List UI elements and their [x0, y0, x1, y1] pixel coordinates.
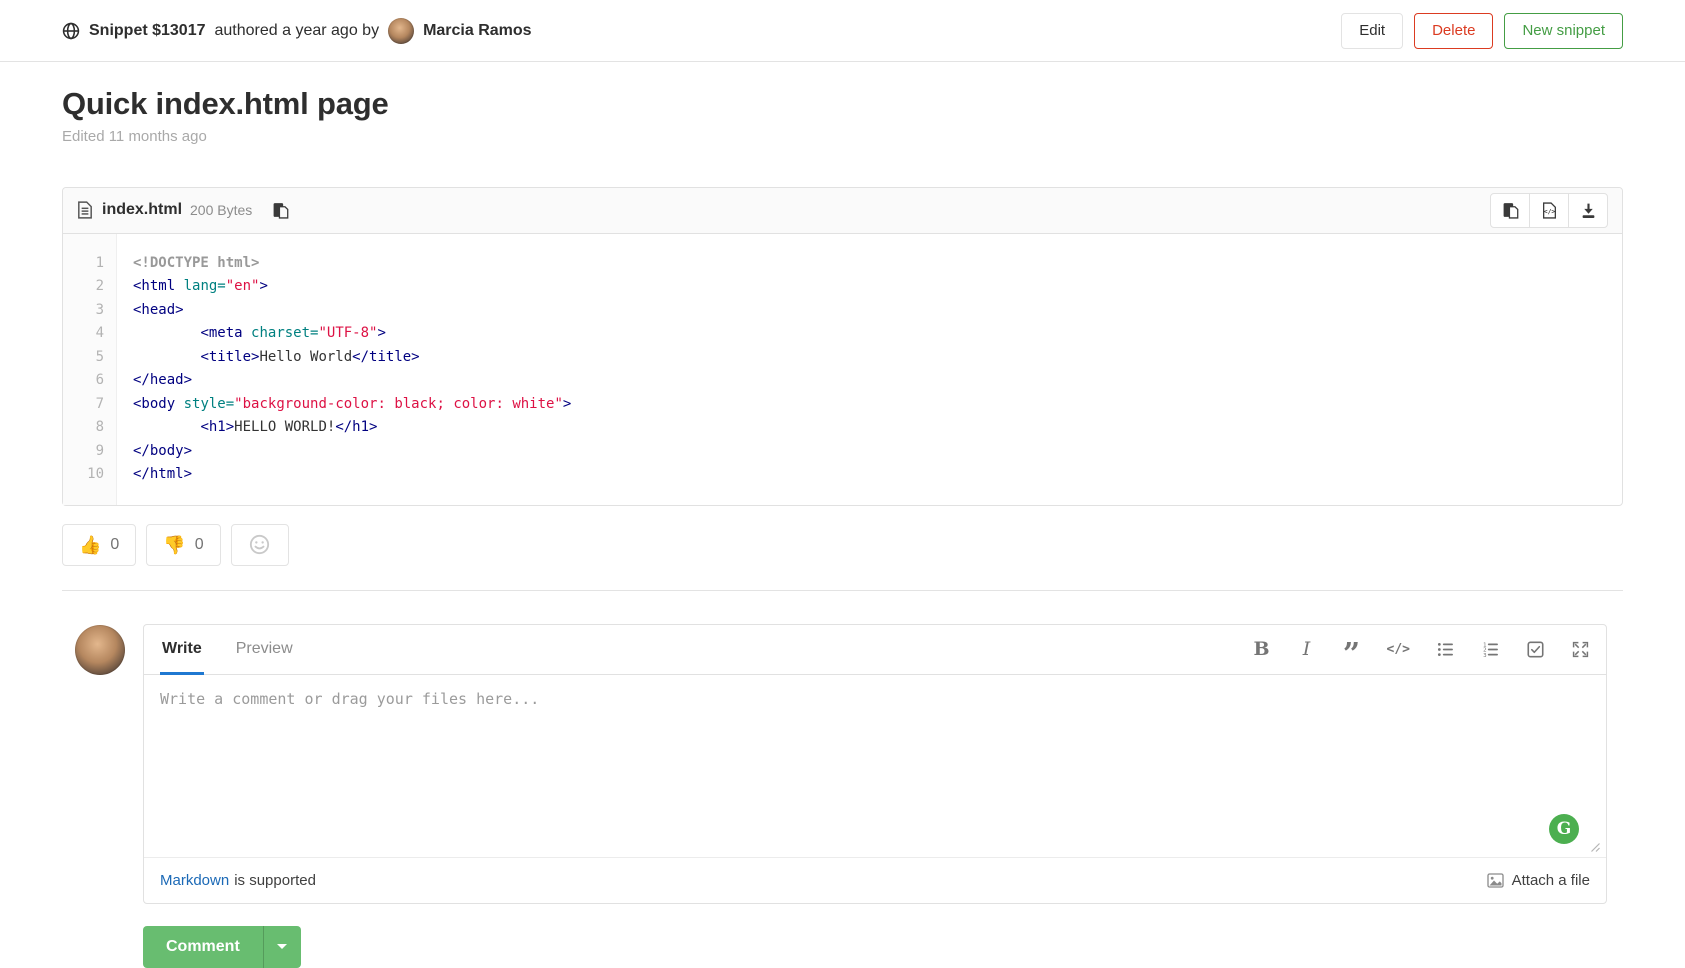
code-line: <body style="background-color: black; co… [133, 393, 1622, 417]
resize-handle-icon[interactable] [1588, 840, 1601, 853]
edit-button[interactable]: Edit [1341, 13, 1403, 49]
comment-submit-row: Comment [143, 926, 1623, 968]
code-line: </head> [133, 369, 1622, 393]
code-line: <meta charset="UTF-8"> [133, 322, 1622, 346]
thumbs-up-button[interactable]: 👍 0 [62, 524, 136, 566]
line-number[interactable]: 7 [63, 393, 104, 417]
file-size: 200 Bytes [190, 202, 252, 218]
new-snippet-button[interactable]: New snippet [1504, 13, 1623, 49]
file-card: index.html 200 Bytes < [62, 187, 1623, 506]
comment-editor-body: G [144, 675, 1606, 857]
tab-write[interactable]: Write [160, 625, 204, 674]
line-number[interactable]: 2 [63, 275, 104, 299]
authored-text: authored a year ago by [215, 22, 380, 40]
file-icon [77, 201, 93, 219]
snippet-meta: Snippet $13017 authored a year ago by Ma… [62, 18, 1341, 44]
thumbs-down-count: 0 [195, 536, 204, 554]
code-icon[interactable]: </> [1387, 635, 1410, 663]
section-divider [62, 590, 1623, 591]
quote-icon[interactable]: ” [1342, 635, 1362, 663]
comment-split-button: Comment [143, 926, 301, 968]
line-number[interactable]: 9 [63, 440, 104, 464]
current-user-avatar [75, 625, 125, 675]
edited-timestamp: Edited 11 months ago [62, 128, 1623, 145]
markdown-supported-text: is supported [234, 872, 316, 889]
editor-tabs: Write Preview [160, 625, 295, 674]
globe-icon [62, 22, 80, 40]
code-line: <title>Hello World</title> [133, 346, 1622, 370]
chevron-down-icon [277, 944, 287, 949]
comment-form: Write Preview B I ” </> [143, 624, 1607, 904]
attach-file-button[interactable]: Attach a file [1487, 872, 1590, 889]
code-line: <html lang="en"> [133, 275, 1622, 299]
snippet-topbar: Snippet $13017 authored a year ago by Ma… [0, 0, 1685, 62]
delete-button[interactable]: Delete [1414, 13, 1493, 49]
tab-preview[interactable]: Preview [234, 625, 295, 674]
file-header: index.html 200 Bytes < [63, 188, 1622, 234]
code-line: </body> [133, 440, 1622, 464]
snippet-id: Snippet $13017 [89, 22, 206, 40]
image-icon [1487, 873, 1504, 888]
copy-file-path-button[interactable] [272, 201, 290, 219]
fullscreen-icon[interactable] [1570, 635, 1590, 663]
attach-file-label: Attach a file [1512, 872, 1590, 889]
file-actions-group: </> [1490, 193, 1608, 228]
snippet-page: Quick index.html page Edited 11 months a… [0, 86, 1685, 968]
author-avatar[interactable] [388, 18, 414, 44]
line-number[interactable]: 8 [63, 416, 104, 440]
line-number[interactable]: 3 [63, 299, 104, 323]
file-name: index.html [102, 201, 182, 219]
task-list-icon[interactable] [1525, 635, 1545, 663]
comment-input[interactable] [144, 675, 1606, 857]
bullet-list-icon[interactable] [1435, 635, 1455, 663]
award-emoji-row: 👍 0 👎 0 [62, 524, 1623, 566]
svg-text:</>: </> [1543, 207, 1555, 215]
bold-icon[interactable]: B [1252, 635, 1272, 663]
code-line: <h1>HELLO WORLD!</h1> [133, 416, 1622, 440]
comment-button[interactable]: Comment [143, 926, 263, 968]
code-line: <!DOCTYPE html> [133, 252, 1622, 276]
smiley-icon [249, 534, 270, 555]
markdown-link[interactable]: Markdown [160, 872, 229, 889]
thumbs-up-icon: 👍 [79, 536, 101, 554]
italic-icon[interactable]: I [1297, 635, 1317, 663]
line-number[interactable]: 10 [63, 463, 104, 487]
code-line: </html> [133, 463, 1622, 487]
author-name[interactable]: Marcia Ramos [423, 22, 532, 40]
snippet-actions: Edit Delete New snippet [1341, 13, 1623, 49]
comment-dropdown-toggle[interactable] [263, 926, 301, 968]
copy-contents-icon[interactable] [1490, 193, 1530, 228]
comment-section: Write Preview B I ” </> [62, 624, 1623, 904]
code-line: <head> [133, 299, 1622, 323]
code-block: 12345678910 <!DOCTYPE html><html lang="e… [63, 234, 1622, 505]
line-number[interactable]: 1 [63, 252, 104, 276]
thumbs-up-count: 0 [110, 536, 119, 554]
line-number[interactable]: 6 [63, 369, 104, 393]
line-number[interactable]: 4 [63, 322, 104, 346]
numbered-list-icon[interactable]: 1 2 3 [1480, 635, 1500, 663]
open-raw-icon[interactable]: </> [1529, 193, 1569, 228]
thumbs-down-icon: 👎 [163, 536, 185, 554]
add-award-emoji-button[interactable] [231, 524, 289, 566]
code-gutter: 12345678910 [63, 234, 117, 505]
comment-form-header: Write Preview B I ” </> [144, 625, 1606, 675]
download-icon[interactable] [1568, 193, 1608, 228]
svg-text:3: 3 [1483, 653, 1487, 658]
thumbs-down-button[interactable]: 👎 0 [146, 524, 220, 566]
comment-form-footer: Markdown is supported Attach a file [144, 857, 1606, 903]
grammarly-icon[interactable]: G [1549, 814, 1579, 844]
markdown-toolbar: B I ” </> 1 [1252, 625, 1590, 674]
line-number[interactable]: 5 [63, 346, 104, 370]
code-lines: <!DOCTYPE html><html lang="en"><head> <m… [117, 234, 1622, 505]
page-title: Quick index.html page [62, 86, 1623, 122]
